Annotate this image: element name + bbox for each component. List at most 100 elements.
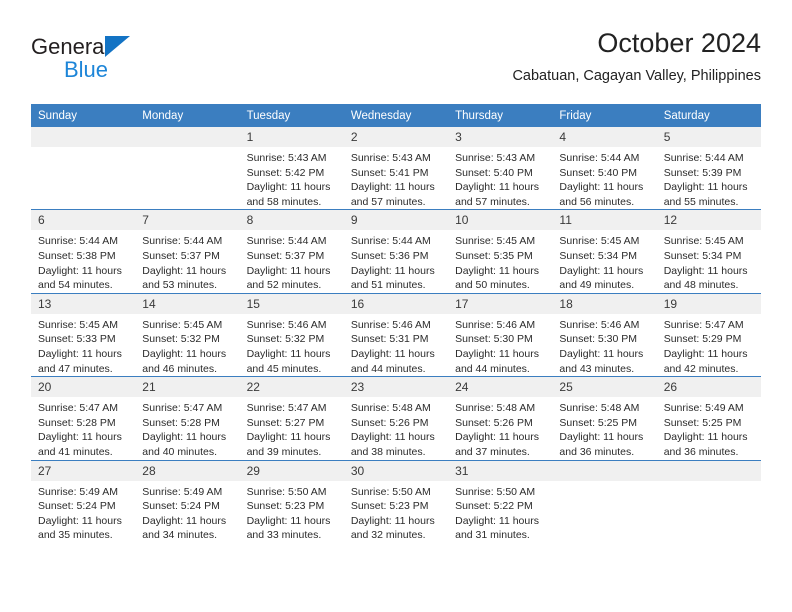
calendar-day-cell[interactable]: 7 Sunrise: 5:44 AM Sunset: 5:37 PM Daylight… <box>135 209 240 294</box>
calendar-day-cell[interactable]: 9 Sunrise: 5:44 AM Sunset: 5:36 PM Daylight… <box>343 209 449 294</box>
daylight-text-line2: and 51 minutes. <box>350 279 426 292</box>
day-details: Sunrise: 5:44 AM Sunset: 5:38 PM Daylight:… <box>31 230 135 292</box>
day-details: Sunrise: 5:48 AM Sunset: 5:26 PM Daylight:… <box>448 397 552 459</box>
calendar-day-cell[interactable]: 19 Sunrise: 5:47 AM Sunset: 5:29 PM Dayligh… <box>656 292 761 377</box>
calendar-day-cell[interactable]: 22 Sunrise: 5:47 AM Sunset: 5:27 PM Dayligh… <box>239 376 344 460</box>
calendar-day-cell[interactable]: 14 Sunrise: 5:45 AM Sunset: 5:32 PM Dayligh… <box>135 292 240 377</box>
daylight-text-line2: and 55 minutes. <box>663 195 739 208</box>
calendar-cell-empty <box>552 459 657 543</box>
weekday-header-monday: Monday <box>135 104 240 127</box>
sunrise-text: Sunrise: 5:50 AM <box>350 485 431 498</box>
daylight-text-line1: Daylight: 11 hours <box>246 181 331 194</box>
day-number: 6 <box>31 210 136 231</box>
calendar-day-cell[interactable]: 12 Sunrise: 5:45 AM Sunset: 5:34 PM Dayligh… <box>656 209 761 294</box>
daylight-text-line1: Daylight: 11 hours <box>142 431 227 444</box>
calendar-cell-empty <box>656 459 761 543</box>
day-details: Sunrise: 5:47 AM Sunset: 5:27 PM Daylight:… <box>240 397 344 459</box>
calendar-day-cell[interactable]: 6 Sunrise: 5:44 AM Sunset: 5:38 PM Daylight… <box>31 209 136 294</box>
sunrise-text: Sunrise: 5:45 AM <box>142 318 223 331</box>
daylight-text-line1: Daylight: 11 hours <box>455 264 539 277</box>
daylight-text-line1: Daylight: 11 hours <box>455 431 539 444</box>
sunrise-text: Sunrise: 5:45 AM <box>38 318 118 331</box>
daylight-text-line1: Daylight: 11 hours <box>663 264 748 277</box>
daylight-text-line2: and 44 minutes. <box>350 362 426 375</box>
daylight-text-line1: Daylight: 11 hours <box>350 181 435 194</box>
daylight-text-line1: Daylight: 11 hours <box>350 431 435 444</box>
generalblue-logo[interactable]: General Blue <box>31 34 231 90</box>
day-number: 2 <box>343 127 449 147</box>
calendar-page: General Blue October 2024 Cabatuan, Caga… <box>0 0 792 612</box>
sunset-text: Sunset: 5:38 PM <box>38 249 116 262</box>
day-details: Sunrise: 5:43 AM Sunset: 5:40 PM Daylight:… <box>448 147 552 209</box>
daylight-text-line2: and 57 minutes. <box>455 195 530 208</box>
sunrise-text: Sunrise: 5:47 AM <box>663 318 744 331</box>
calendar-day-cell[interactable]: 24 Sunrise: 5:48 AM Sunset: 5:26 PM Dayligh… <box>448 376 553 460</box>
sunset-text: Sunset: 5:41 PM <box>350 166 429 179</box>
day-details: Sunrise: 5:47 AM Sunset: 5:28 PM Daylight:… <box>135 397 239 459</box>
daylight-text-line2: and 50 minutes. <box>455 279 530 292</box>
calendar-day-cell[interactable]: 26 Sunrise: 5:49 AM Sunset: 5:25 PM Dayligh… <box>656 376 761 460</box>
day-details: Sunrise: 5:45 AM Sunset: 5:35 PM Daylight:… <box>448 230 552 292</box>
calendar-day-cell[interactable]: 5 Sunrise: 5:44 AM Sunset: 5:39 PM Daylight… <box>656 127 761 210</box>
sunset-text: Sunset: 5:28 PM <box>38 416 116 429</box>
day-number <box>656 460 761 481</box>
sunset-text: Sunset: 5:25 PM <box>663 416 742 429</box>
sunset-text: Sunset: 5:42 PM <box>246 166 325 179</box>
calendar-day-cell[interactable]: 1 Sunrise: 5:43 AM Sunset: 5:42 PM Daylight… <box>239 127 344 210</box>
sunrise-text: Sunrise: 5:48 AM <box>559 402 640 415</box>
daylight-text-line1: Daylight: 11 hours <box>38 347 122 360</box>
sunset-text: Sunset: 5:27 PM <box>246 416 325 429</box>
sunset-text: Sunset: 5:40 PM <box>559 166 638 179</box>
calendar-day-cell[interactable]: 13 Sunrise: 5:45 AM Sunset: 5:33 PM Dayligh… <box>31 292 136 377</box>
day-number: 7 <box>135 210 240 231</box>
calendar-day-cell[interactable]: 29 Sunrise: 5:50 AM Sunset: 5:23 PM Dayligh… <box>239 459 344 543</box>
daylight-text-line2: and 54 minutes. <box>38 279 113 292</box>
daylight-text-line1: Daylight: 11 hours <box>350 347 435 360</box>
calendar-day-cell[interactable]: 15 Sunrise: 5:46 AM Sunset: 5:32 PM Dayligh… <box>239 292 344 377</box>
day-number: 18 <box>552 293 657 314</box>
daylight-text-line2: and 38 minutes. <box>350 445 426 458</box>
calendar-day-cell[interactable]: 10 Sunrise: 5:45 AM Sunset: 5:35 PM Dayligh… <box>448 209 553 294</box>
calendar-day-cell[interactable]: 11 Sunrise: 5:45 AM Sunset: 5:34 PM Dayligh… <box>552 209 657 294</box>
calendar-day-cell[interactable]: 25 Sunrise: 5:48 AM Sunset: 5:25 PM Dayligh… <box>552 376 657 460</box>
daylight-text-line2: and 41 minutes. <box>38 445 113 458</box>
daylight-text-line2: and 33 minutes. <box>246 529 322 542</box>
calendar-day-cell[interactable]: 18 Sunrise: 5:46 AM Sunset: 5:30 PM Dayligh… <box>552 292 657 377</box>
sunrise-text: Sunrise: 5:49 AM <box>142 485 223 498</box>
calendar-day-cell[interactable]: 8 Sunrise: 5:44 AM Sunset: 5:37 PM Daylight… <box>239 209 344 294</box>
day-number: 22 <box>239 377 344 398</box>
calendar-day-cell[interactable]: 30 Sunrise: 5:50 AM Sunset: 5:23 PM Dayligh… <box>343 459 449 543</box>
day-details: Sunrise: 5:46 AM Sunset: 5:32 PM Daylight:… <box>240 314 344 376</box>
calendar-day-cell[interactable]: 21 Sunrise: 5:47 AM Sunset: 5:28 PM Dayligh… <box>135 376 240 460</box>
sunset-text: Sunset: 5:26 PM <box>455 416 533 429</box>
day-number: 23 <box>343 377 449 398</box>
calendar-day-cell[interactable]: 27 Sunrise: 5:49 AM Sunset: 5:24 PM Dayligh… <box>31 459 136 543</box>
calendar-day-cell[interactable]: 3 Sunrise: 5:43 AM Sunset: 5:40 PM Daylight… <box>448 127 553 210</box>
day-number <box>552 460 657 481</box>
sunset-text: Sunset: 5:31 PM <box>350 333 429 346</box>
calendar-day-cell[interactable]: 16 Sunrise: 5:46 AM Sunset: 5:31 PM Dayligh… <box>343 292 449 377</box>
title-block: October 2024 Cabatuan, Cagayan Valley, P… <box>512 26 761 87</box>
sunset-text: Sunset: 5:23 PM <box>246 500 325 513</box>
calendar-day-cell[interactable]: 4 Sunrise: 5:44 AM Sunset: 5:40 PM Daylight… <box>552 127 657 210</box>
weekday-header-sunday: Sunday <box>31 104 136 127</box>
daylight-text-line2: and 43 minutes. <box>559 362 635 375</box>
day-details: Sunrise: 5:45 AM Sunset: 5:34 PM Daylight:… <box>552 230 656 292</box>
sunset-text: Sunset: 5:32 PM <box>246 333 325 346</box>
calendar-day-cell[interactable]: 2 Sunrise: 5:43 AM Sunset: 5:41 PM Daylight… <box>343 127 449 210</box>
calendar-day-cell[interactable]: 28 Sunrise: 5:49 AM Sunset: 5:24 PM Dayligh… <box>135 459 240 543</box>
sunset-text: Sunset: 5:24 PM <box>142 500 220 513</box>
daylight-text-line2: and 37 minutes. <box>455 445 530 458</box>
calendar-day-cell[interactable]: 31 Sunrise: 5:50 AM Sunset: 5:22 PM Dayligh… <box>448 459 553 543</box>
calendar-day-cell[interactable]: 20 Sunrise: 5:47 AM Sunset: 5:28 PM Dayligh… <box>31 376 136 460</box>
day-number: 5 <box>656 127 761 147</box>
calendar-week-row: 27 Sunrise: 5:49 AM Sunset: 5:24 PM Dayligh… <box>31 459 761 543</box>
day-number: 20 <box>31 377 136 398</box>
daylight-text-line2: and 40 minutes. <box>142 445 217 458</box>
day-number: 26 <box>656 377 761 398</box>
sunrise-text: Sunrise: 5:44 AM <box>246 235 327 248</box>
sunrise-text: Sunrise: 5:48 AM <box>455 402 536 415</box>
daylight-text-line1: Daylight: 11 hours <box>455 181 539 194</box>
calendar-day-cell[interactable]: 17 Sunrise: 5:46 AM Sunset: 5:30 PM Dayligh… <box>448 292 553 377</box>
calendar-day-cell[interactable]: 23 Sunrise: 5:48 AM Sunset: 5:26 PM Dayligh… <box>343 376 449 460</box>
